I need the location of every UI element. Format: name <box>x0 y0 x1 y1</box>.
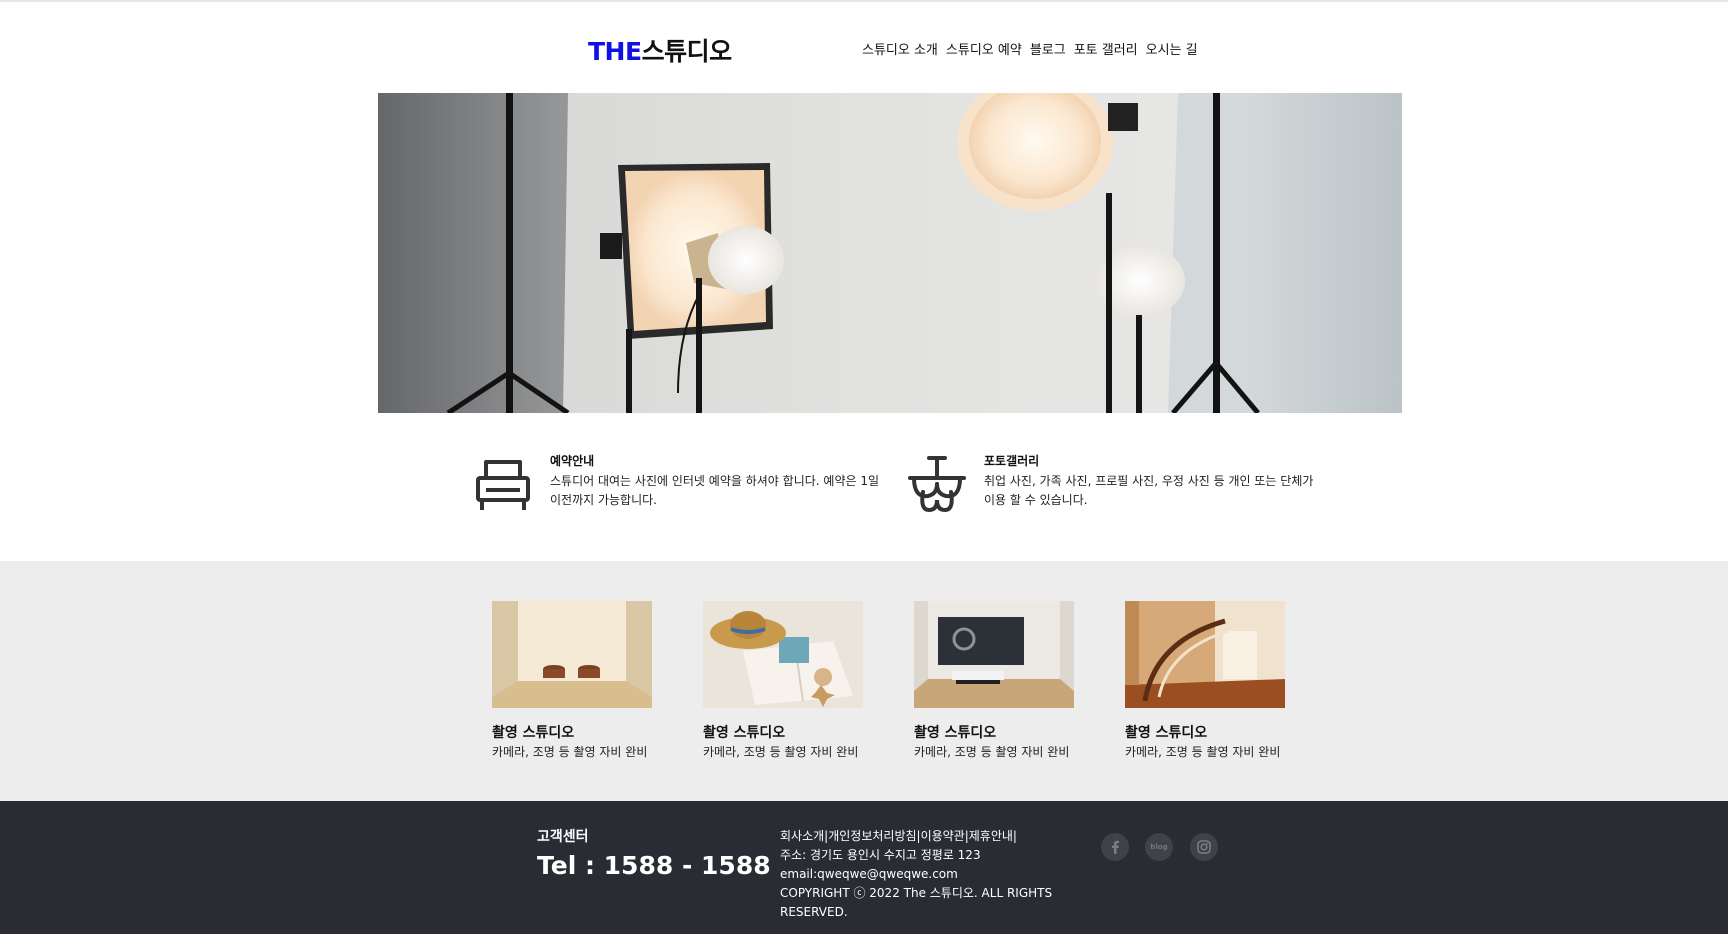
blog-label: blog <box>1150 843 1168 851</box>
card-title: 촬영 스튜디오 <box>492 725 575 741</box>
gallery-info: 포토갤러리 취업 사진, 가족 사진, 프로필 사진, 우정 사진 등 개인 또… <box>906 452 1314 516</box>
gallery-card[interactable]: 촬영 스튜디오 카메라, 조명 등 촬영 자비 완비 <box>914 601 1094 761</box>
phone-number: Tel : 1588 - 1588 <box>537 851 771 880</box>
instagram-icon[interactable] <box>1190 833 1218 861</box>
nav-studio-intro[interactable]: 스튜디오 소개 <box>862 39 938 58</box>
footer-links[interactable]: 회사소개|개인정보처리방침|이용약관|제휴안내| <box>780 827 1070 846</box>
gallery-card[interactable]: 촬영 스튜디오 카메라, 조명 등 촬영 자비 완비 <box>703 601 883 761</box>
card-photo-staircase <box>1125 601 1285 708</box>
card-photo-hat-book <box>703 601 863 708</box>
blog-icon[interactable]: blog <box>1145 833 1173 861</box>
logo-name: 스튜디오 <box>641 37 733 66</box>
gallery-text: 취업 사진, 가족 사진, 프로필 사진, 우정 사진 등 개인 또는 단체가 … <box>984 474 1314 507</box>
footer: 고객센터 Tel : 1588 - 1588 회사소개|개인정보처리방침|이용약… <box>0 801 1728 934</box>
card-photo-gallery-room <box>914 601 1074 708</box>
card-desc: 카메라, 조명 등 촬영 자비 완비 <box>1125 745 1281 759</box>
facebook-icon[interactable] <box>1101 833 1129 861</box>
top-divider <box>0 0 1728 2</box>
card-desc: 카메라, 조명 등 촬영 자비 완비 <box>703 745 859 759</box>
reservation-text: 스튜디어 대여는 사진에 인터넷 예약을 하셔야 합니다. 예약은 1일 이전까… <box>550 474 880 507</box>
card-desc: 카메라, 조명 등 촬영 자비 완비 <box>914 745 1070 759</box>
customer-center: 고객센터 Tel : 1588 - 1588 <box>537 827 771 880</box>
logo-prefix: THE <box>588 37 642 66</box>
footer-email: email:qweqwe@qweqwe.com <box>780 867 958 881</box>
footer-copyright: COPYRIGHT ⓒ 2022 The 스튜디오. ALL RIGHTS RE… <box>780 886 1053 919</box>
nav-photo-gallery[interactable]: 포토 갤러리 <box>1074 39 1138 58</box>
site-logo[interactable]: THE스튜디오 <box>588 32 732 68</box>
reservation-title: 예약안내 <box>550 454 595 468</box>
card-title: 촬영 스튜디오 <box>703 725 786 741</box>
gallery-title: 포토갤러리 <box>984 454 1040 468</box>
card-title: 촬영 스튜디오 <box>914 725 997 741</box>
hero-image <box>378 93 1402 413</box>
card-title: 촬영 스튜디오 <box>1125 725 1208 741</box>
card-desc: 카메라, 조명 등 촬영 자비 완비 <box>492 745 648 759</box>
reservation-info: 예약안내 스튜디어 대여는 사진에 인터넷 예약을 하셔야 합니다. 예약은 1… <box>472 452 880 516</box>
nav-blog[interactable]: 블로그 <box>1030 39 1066 58</box>
chandelier-icon <box>906 454 968 516</box>
gallery-card[interactable]: 촬영 스튜디오 카메라, 조명 등 촬영 자비 완비 <box>1125 601 1305 761</box>
gallery-card[interactable]: 촬영 스튜디오 카메라, 조명 등 촬영 자비 완비 <box>492 601 672 761</box>
armchair-icon <box>472 454 534 516</box>
main-nav: 스튜디오 소개 스튜디오 예약 블로그 포토 갤러리 오시는 길 <box>862 39 1198 58</box>
nav-directions[interactable]: 오시는 길 <box>1146 39 1198 58</box>
card-photo-studio-room <box>492 601 652 708</box>
nav-studio-reservation[interactable]: 스튜디오 예약 <box>946 39 1022 58</box>
footer-info: 회사소개|개인정보처리방침|이용약관|제휴안내| 주소: 경기도 용인시 수지고… <box>780 827 1070 922</box>
footer-address: 주소: 경기도 용인시 수지고 정평로 123 <box>780 848 981 862</box>
gallery-section: 촬영 스튜디오 카메라, 조명 등 촬영 자비 완비 촬영 스튜디오 카메라, … <box>0 561 1728 801</box>
customer-center-title: 고객센터 <box>537 829 589 845</box>
